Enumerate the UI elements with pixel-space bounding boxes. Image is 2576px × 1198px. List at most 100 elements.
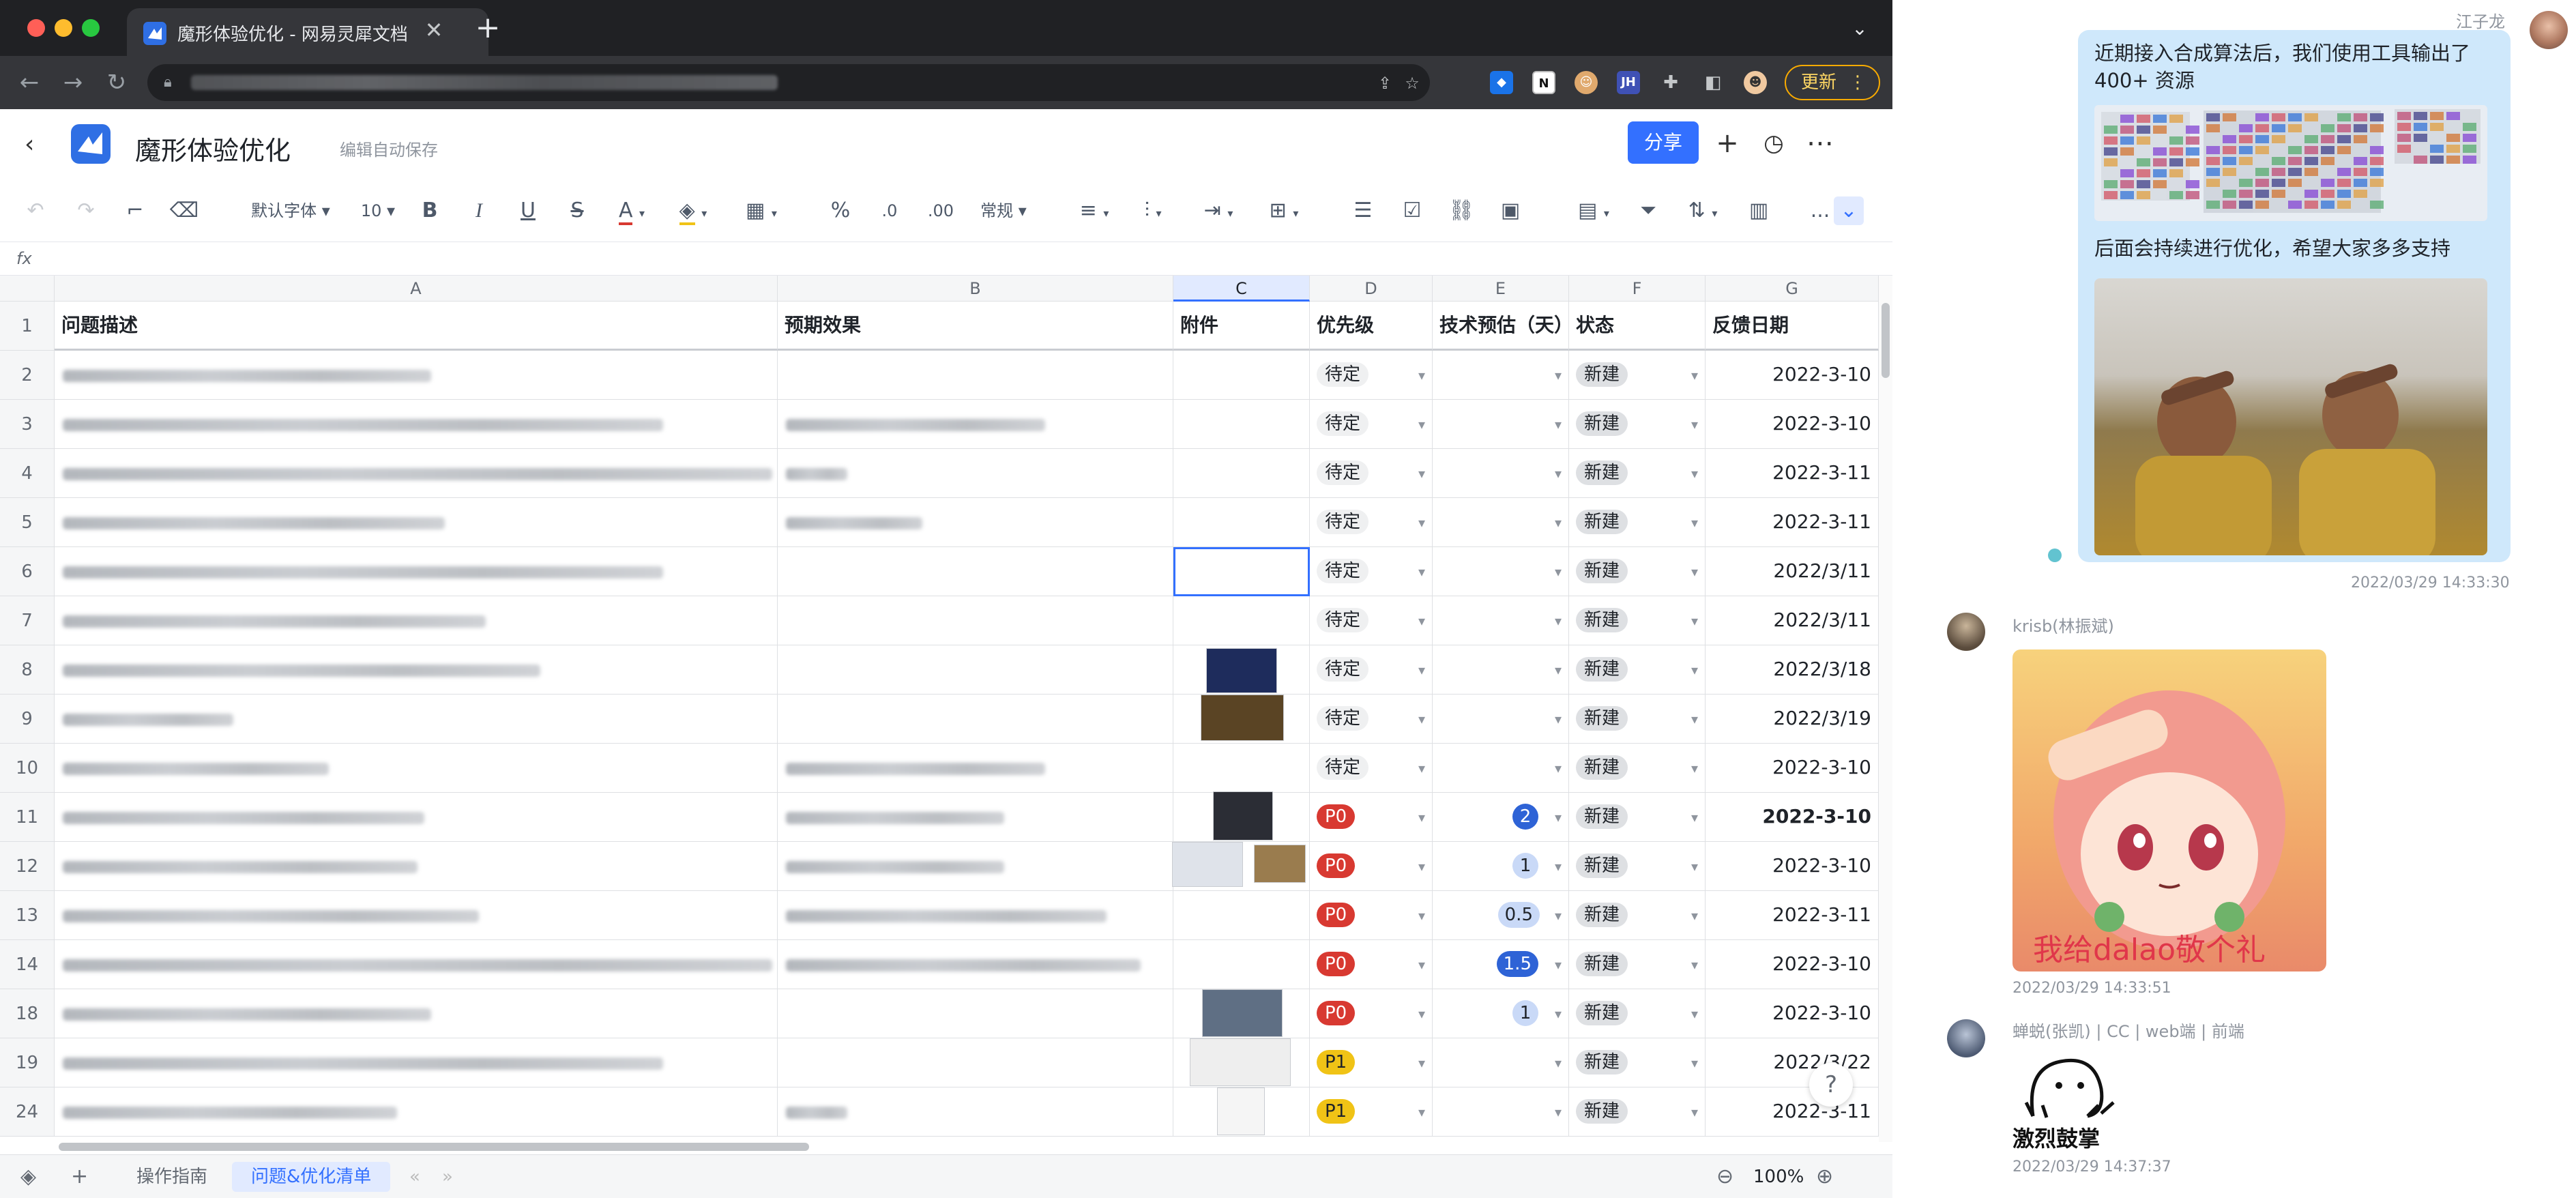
cell-estimate[interactable]: ▾ <box>1433 449 1569 498</box>
cell-estimate[interactable]: ▾ <box>1433 351 1569 400</box>
notion-extension-icon[interactable]: N <box>1532 71 1555 94</box>
attachment-thumbnail[interactable] <box>1217 1087 1265 1135</box>
extensions-puzzle-icon[interactable]: ✚ <box>1659 71 1682 94</box>
header-cell-description[interactable]: 问题描述 <box>55 302 778 351</box>
tab-search-chevron-icon[interactable]: ⌄ <box>1846 15 1873 42</box>
cell-estimate[interactable]: ▾ <box>1433 1038 1569 1087</box>
dropdown-arrow-icon[interactable]: ▾ <box>1418 1104 1425 1120</box>
cell-expected[interactable] <box>778 547 1173 596</box>
cell-date[interactable]: 2022-3-10 <box>1706 940 1879 989</box>
header-cell-estimate[interactable]: 技术预估（天） <box>1433 302 1569 351</box>
cell-expected[interactable] <box>778 842 1173 891</box>
checkbox-icon[interactable]: ☑ <box>1397 196 1427 225</box>
attachment-thumbnail[interactable] <box>1172 842 1243 887</box>
attachment-thumbnail[interactable] <box>1202 989 1283 1037</box>
formula-bar[interactable]: fx <box>0 242 1892 276</box>
vertical-scrollbar[interactable] <box>1879 276 1892 1142</box>
text-wrap-icon[interactable]: ⇥ ▾ <box>1198 196 1239 225</box>
cell-status[interactable]: 新建 ▾ <box>1569 842 1706 891</box>
cell-date[interactable]: 2022-3-10 <box>1706 400 1879 449</box>
cell-date[interactable]: 2022-3-10 <box>1706 351 1879 400</box>
avatar-extension-icon[interactable]: ☺ <box>1575 71 1598 94</box>
dropdown-arrow-icon[interactable]: ▾ <box>1691 514 1698 531</box>
dropdown-arrow-icon[interactable]: ▾ <box>1418 416 1425 433</box>
cell-status[interactable]: 新建 ▾ <box>1569 400 1706 449</box>
cell-attachment[interactable] <box>1173 940 1310 989</box>
column-header-f[interactable]: F <box>1569 276 1706 302</box>
format-painter-icon[interactable]: ⌐ <box>120 196 150 225</box>
attachment-thumbnail[interactable] <box>1201 695 1284 741</box>
column-header-c[interactable]: C <box>1173 276 1310 302</box>
merge-cells-icon[interactable]: ⊞ ▾ <box>1263 196 1304 225</box>
cell-date[interactable]: 2022-3-11 <box>1706 1087 1879 1137</box>
cell-date[interactable]: 2022-3-10 <box>1706 989 1879 1038</box>
header-cell-priority[interactable]: 优先级 <box>1310 302 1433 351</box>
cell-status[interactable]: 新建 ▾ <box>1569 793 1706 842</box>
dropdown-arrow-icon[interactable]: ▾ <box>1691 564 1698 580</box>
sheet-tab-guide[interactable]: 操作指南 <box>117 1162 226 1192</box>
cell-expected[interactable] <box>778 351 1173 400</box>
cell-estimate[interactable]: ▾ <box>1433 744 1569 793</box>
cell-priority[interactable]: 待定 ▾ <box>1310 547 1433 596</box>
dropdown-arrow-icon[interactable]: ▾ <box>1691 858 1698 875</box>
link-icon[interactable]: ⛓ <box>1446 196 1476 225</box>
cell-priority[interactable]: 待定 ▾ <box>1310 596 1433 645</box>
cell-status[interactable]: 新建 ▾ <box>1569 351 1706 400</box>
bookmark-star-icon[interactable]: ☆ <box>1403 74 1422 93</box>
dropdown-arrow-icon[interactable]: ▾ <box>1418 858 1425 875</box>
history-clock-icon[interactable]: ◷ <box>1759 128 1789 158</box>
cell-description[interactable] <box>55 989 778 1038</box>
freeze-icon[interactable]: ☰ <box>1348 196 1378 225</box>
cell-date[interactable]: 2022-3-11 <box>1706 498 1879 547</box>
row-header[interactable]: 14 <box>0 940 55 989</box>
cell-priority[interactable]: 待定 ▾ <box>1310 449 1433 498</box>
select-all-corner[interactable] <box>0 276 55 302</box>
cell-expected[interactable] <box>778 989 1173 1038</box>
dropdown-arrow-icon[interactable]: ▾ <box>1418 367 1425 383</box>
more-menu-icon[interactable]: ⋯ <box>1805 128 1835 158</box>
dropdown-arrow-icon[interactable]: ▾ <box>1418 662 1425 678</box>
add-icon[interactable]: + <box>1712 128 1742 158</box>
cell-expected[interactable] <box>778 744 1173 793</box>
cell-date[interactable]: 2022/3/11 <box>1706 596 1879 645</box>
sort-icon[interactable]: ⇅ ▾ <box>1682 196 1723 225</box>
cell-description[interactable] <box>55 695 778 744</box>
dropdown-arrow-icon[interactable]: ▾ <box>1555 367 1562 383</box>
anime-salute-sticker[interactable]: 我给dalao敬个礼 <box>2012 649 2326 971</box>
row-header[interactable]: 9 <box>0 695 55 744</box>
dropdown-arrow-icon[interactable]: ▾ <box>1418 564 1425 580</box>
horizontal-align-icon[interactable]: ≡ ▾ <box>1074 196 1115 225</box>
cell-attachment[interactable] <box>1173 891 1310 940</box>
dropdown-arrow-icon[interactable]: ▾ <box>1691 662 1698 678</box>
cell-attachment[interactable] <box>1173 351 1310 400</box>
cell-date[interactable]: 2022/3/22 <box>1706 1038 1879 1087</box>
dropdown-arrow-icon[interactable]: ▾ <box>1555 711 1562 727</box>
header-cell-attachment[interactable]: 附件 <box>1173 302 1310 351</box>
cell-date[interactable]: 2022-3-10 <box>1706 842 1879 891</box>
undo-icon[interactable]: ↶ <box>20 196 50 225</box>
cell-expected[interactable] <box>778 891 1173 940</box>
update-button[interactable]: 更新 ⋮ <box>1785 65 1880 100</box>
dropdown-arrow-icon[interactable]: ▾ <box>1555 613 1562 629</box>
cell-priority[interactable]: P0 ▾ <box>1310 989 1433 1038</box>
cell-priority[interactable]: P0 ▾ <box>1310 793 1433 842</box>
dropdown-arrow-icon[interactable]: ▾ <box>1555 956 1562 973</box>
cell-status[interactable]: 新建 ▾ <box>1569 449 1706 498</box>
cell-description[interactable] <box>55 842 778 891</box>
cell-status[interactable]: 新建 ▾ <box>1569 1087 1706 1137</box>
column-header-d[interactable]: D <box>1310 276 1433 302</box>
cell-description[interactable] <box>55 744 778 793</box>
cell-date[interactable]: 2022-3-11 <box>1706 449 1879 498</box>
italic-icon[interactable]: I <box>464 196 494 225</box>
cell-estimate[interactable]: ▾ <box>1433 1087 1569 1137</box>
row-header[interactable]: 4 <box>0 449 55 498</box>
cell-status[interactable]: 新建 ▾ <box>1569 891 1706 940</box>
row-header[interactable]: 11 <box>0 793 55 842</box>
back-arrow-icon[interactable]: ← <box>14 67 45 98</box>
avatar[interactable] <box>1947 1019 1985 1057</box>
avatar[interactable] <box>1947 613 1985 651</box>
cell-date[interactable]: 2022-3-10 <box>1706 744 1879 793</box>
chat-bubble-message[interactable]: 近期接入合成算法后，我们使用工具输出了400+ 资源 后面会持续进行优化，希望大… <box>2078 30 2511 562</box>
dropdown-arrow-icon[interactable]: ▾ <box>1418 809 1425 826</box>
decrease-decimal-icon[interactable]: .0 <box>875 196 905 225</box>
